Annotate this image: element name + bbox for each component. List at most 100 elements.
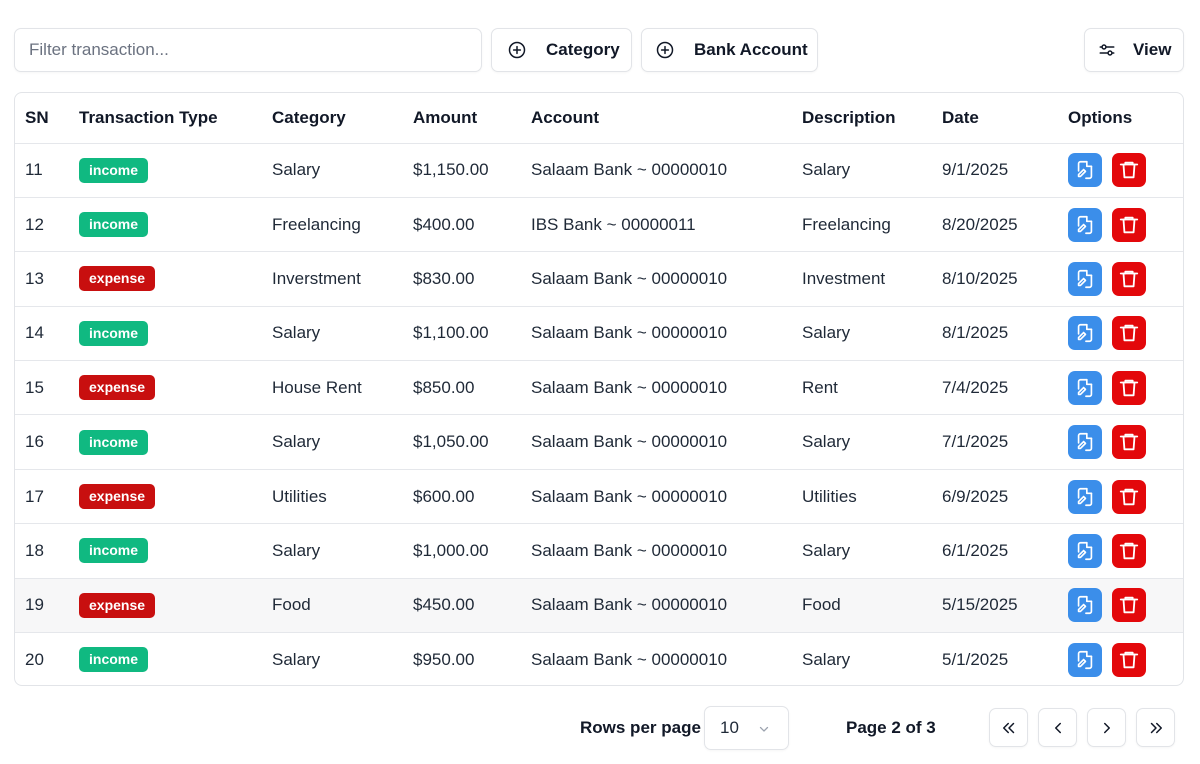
table-row[interactable]: 11 income Salary $1,150.00 Salaam Bank ~ 000… — [15, 143, 1183, 198]
cell-category: Salary — [272, 432, 321, 452]
table-row[interactable]: 19 expense Food $450.00 Salaam Bank ~ 000000… — [15, 578, 1183, 633]
table-header-row: SN Transaction Type Category Amount Acco… — [15, 93, 1183, 144]
delete-button[interactable] — [1112, 588, 1146, 623]
cell-sn: 14 — [25, 323, 44, 343]
cell-amount: $600.00 — [413, 486, 475, 506]
cell-sn: 19 — [25, 595, 44, 615]
trash-icon — [1119, 488, 1139, 505]
cell-transaction-type: income — [79, 415, 272, 469]
delete-button[interactable] — [1112, 370, 1146, 405]
edit-button[interactable] — [1068, 588, 1102, 623]
edit-button[interactable] — [1068, 642, 1102, 677]
plus-circle-icon — [656, 41, 674, 59]
toolbar: Category Bank Account View — [14, 28, 1184, 72]
edit-button[interactable] — [1068, 370, 1102, 405]
plus-circle-icon — [508, 41, 526, 59]
cell-amount: $1,150.00 — [413, 160, 489, 180]
trash-icon — [1119, 651, 1139, 669]
bank-account-filter-button[interactable]: Bank Account — [641, 28, 818, 72]
cell-date: 6/1/2025 — [942, 540, 1009, 560]
cell-date: 8/1/2025 — [942, 323, 1009, 343]
cell-transaction-type: expense — [79, 252, 272, 306]
file-edit-icon — [1077, 541, 1093, 560]
transaction-type-badge: expense — [79, 375, 156, 401]
edit-button[interactable] — [1068, 533, 1102, 568]
edit-button[interactable] — [1068, 207, 1102, 242]
delete-button[interactable] — [1112, 261, 1146, 296]
filter-transaction-input[interactable] — [14, 28, 482, 72]
view-options-button[interactable]: View — [1084, 28, 1184, 72]
header-transaction-type[interactable]: Transaction Type — [79, 93, 272, 144]
table-row[interactable]: 18 income Salary $1,000.00 Salaam Bank ~ 000… — [15, 524, 1183, 579]
next-page-button[interactable] — [1087, 708, 1126, 747]
header-category[interactable]: Category — [272, 93, 413, 144]
transaction-type-badge: income — [79, 429, 149, 455]
table-row[interactable]: 12 income Freelancing $400.00 IBS Bank ~ 000… — [15, 197, 1183, 252]
table-row[interactable]: 15 expense House Rent $850.00 Salaam Bank ~ … — [15, 361, 1183, 415]
previous-page-button[interactable] — [1038, 708, 1077, 747]
file-edit-icon — [1077, 433, 1093, 452]
delete-button[interactable] — [1112, 425, 1146, 460]
file-edit-icon — [1077, 650, 1093, 670]
cell-description: Salary — [802, 540, 851, 560]
cell-account: Salaam Bank ~ 00000010 — [531, 540, 728, 560]
table-row[interactable]: 16 income Salary $1,050.00 Salaam Bank ~ 000… — [15, 415, 1183, 470]
edit-button[interactable] — [1068, 425, 1102, 460]
file-edit-icon — [1077, 215, 1093, 234]
cell-description: Utilities — [802, 486, 857, 506]
transaction-type-badge: income — [79, 647, 149, 673]
delete-button[interactable] — [1112, 316, 1146, 351]
cell-transaction-type: income — [79, 197, 272, 251]
delete-button[interactable] — [1112, 207, 1146, 242]
delete-button[interactable] — [1112, 642, 1146, 677]
cell-amount: $1,050.00 — [413, 432, 489, 452]
trash-icon — [1119, 325, 1139, 342]
cell-account: Salaam Bank ~ 00000010 — [531, 377, 728, 397]
chevron-left-icon — [1054, 722, 1061, 733]
transactions-table: SN Transaction Type Category Amount Acco… — [14, 92, 1184, 686]
cell-category: Salary — [272, 160, 321, 180]
delete-button[interactable] — [1112, 479, 1146, 514]
delete-button[interactable] — [1112, 153, 1146, 188]
edit-button[interactable] — [1068, 261, 1102, 296]
cell-amount: $450.00 — [413, 595, 475, 615]
rows-per-page-select[interactable]: 10 — [704, 706, 789, 750]
cell-sn: 15 — [25, 377, 44, 397]
cell-account: Salaam Bank ~ 00000010 — [531, 649, 728, 669]
cell-account: IBS Bank ~ 00000011 — [531, 214, 696, 234]
cell-date: 7/4/2025 — [942, 377, 1009, 397]
edit-button[interactable] — [1068, 153, 1102, 188]
header-description[interactable]: Description — [802, 93, 942, 144]
cell-sn: 17 — [25, 486, 44, 506]
edit-button[interactable] — [1068, 316, 1102, 351]
transaction-type-badge: expense — [79, 266, 156, 292]
table-row[interactable]: 17 expense Utilities $600.00 Salaam Bank ~ 0… — [15, 469, 1183, 524]
table-row[interactable]: 20 income Salary $950.00 Salaam Bank ~ 00000… — [15, 633, 1183, 685]
category-filter-button[interactable]: Category — [491, 28, 632, 72]
edit-button[interactable] — [1068, 479, 1102, 514]
table-row[interactable]: 13 expense Inverstment $830.00 Salaam Bank ~… — [15, 252, 1183, 307]
header-date[interactable]: Date — [942, 93, 1068, 144]
cell-options — [1068, 524, 1183, 578]
header-sn[interactable]: SN — [15, 93, 79, 144]
cell-category: Salary — [272, 540, 321, 560]
cell-options — [1068, 469, 1183, 523]
cell-amount: $950.00 — [413, 649, 475, 669]
page-info: Page 2 of 3 — [846, 718, 936, 737]
cell-sn: 16 — [25, 432, 44, 452]
delete-button[interactable] — [1112, 533, 1146, 568]
cell-category: Food — [272, 595, 311, 615]
file-edit-icon — [1077, 487, 1093, 506]
last-page-button[interactable] — [1136, 708, 1175, 747]
cell-sn: 11 — [25, 160, 43, 180]
table-row[interactable]: 14 income Salary $1,100.00 Salaam Bank ~ 000… — [15, 306, 1183, 361]
header-account[interactable]: Account — [531, 93, 802, 144]
cell-account: Salaam Bank ~ 00000010 — [531, 486, 728, 506]
trash-icon — [1119, 216, 1139, 233]
cell-date: 7/1/2025 — [942, 432, 1009, 452]
trash-icon — [1119, 270, 1139, 288]
first-page-button[interactable] — [989, 708, 1028, 747]
header-amount[interactable]: Amount — [413, 93, 531, 144]
sliders-icon — [1099, 44, 1115, 56]
cell-account: Salaam Bank ~ 00000010 — [531, 432, 728, 452]
